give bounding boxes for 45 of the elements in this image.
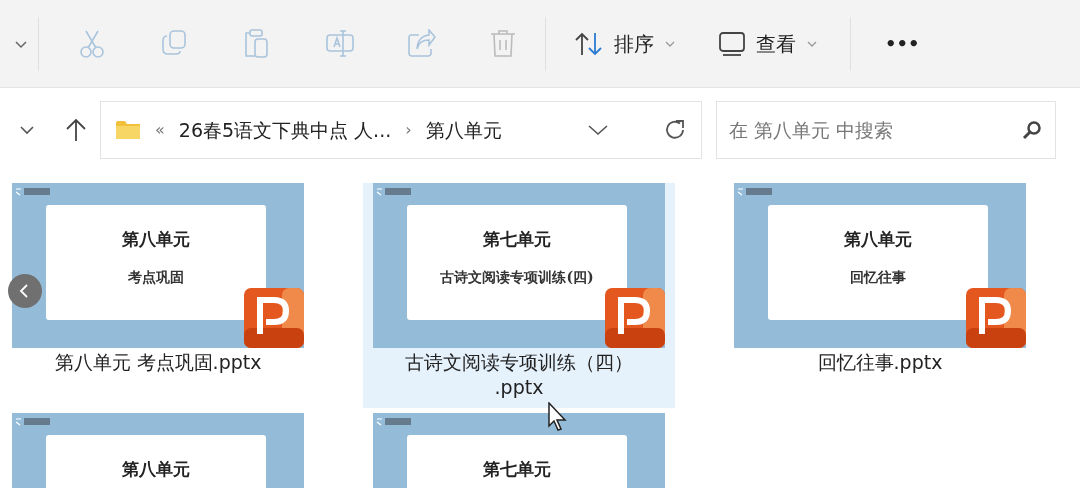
chevron-icon[interactable]	[14, 38, 28, 49]
file-tile[interactable]: 第七单元	[373, 413, 665, 488]
sort-icon	[574, 30, 604, 57]
file-name: 古诗文阅读专项训练（四）.pptx	[404, 350, 634, 400]
logo-icon	[15, 416, 51, 428]
slide-title: 第八单元	[844, 228, 912, 251]
cursor-icon	[548, 402, 568, 432]
back-button[interactable]	[8, 274, 42, 308]
refresh-icon[interactable]	[663, 118, 687, 142]
search-icon[interactable]	[1022, 120, 1042, 140]
caret-icon	[806, 39, 818, 48]
chevron-icon[interactable]	[587, 124, 609, 136]
file-name: 回忆往事.pptx	[816, 350, 944, 375]
sort-button[interactable]: 排序	[564, 22, 686, 65]
slide-subtitle: 考点巩固	[128, 267, 184, 287]
file-name: 第八单元 考点巩固.pptx	[53, 350, 263, 375]
slide-title: 第七单元	[483, 458, 551, 481]
logo-icon	[737, 186, 773, 198]
caret-icon	[664, 39, 676, 48]
address-bar[interactable]: « 26春5语文下典中点 人... › 第八单元	[100, 101, 702, 159]
logo-icon	[376, 186, 412, 198]
powerpoint-icon	[244, 288, 304, 348]
logo-icon	[376, 416, 412, 428]
folder-icon	[115, 120, 141, 140]
breadcrumb-separator: ›	[405, 119, 412, 141]
file-tile[interactable]: 第八单元 考点巩固 第八单元 考点巩固.pptx	[12, 183, 304, 408]
up-arrow-icon[interactable]	[65, 118, 87, 142]
powerpoint-icon	[966, 288, 1026, 348]
more-button[interactable]: •••	[875, 24, 930, 63]
search-field[interactable]: 在 第八单元 中搜索	[716, 101, 1056, 159]
slide-subtitle: 回忆往事	[850, 267, 906, 287]
slide-subtitle: 古诗文阅读专项训练(四)	[440, 267, 594, 287]
slide-title: 第七单元	[483, 228, 551, 251]
powerpoint-icon	[605, 288, 665, 348]
breadcrumb-item[interactable]: 26春5语文下典中点 人...	[178, 115, 392, 145]
overflow-chevron[interactable]: «	[155, 118, 165, 142]
view-button[interactable]: 查看	[708, 22, 828, 65]
slide-title: 第八单元	[122, 458, 190, 481]
view-icon	[718, 30, 746, 57]
breadcrumb-item[interactable]: 第八单元	[425, 115, 502, 145]
slide-title: 第八单元	[122, 228, 190, 251]
chevron-icon[interactable]	[19, 125, 35, 135]
file-tile[interactable]: 第八单元	[12, 413, 304, 488]
logo-icon	[15, 186, 51, 198]
file-tile[interactable]: 第八单元 回忆往事 回忆往事.pptx	[734, 183, 1026, 408]
